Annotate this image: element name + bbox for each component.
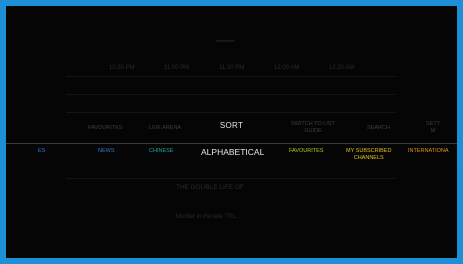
- sort-option-my-subscribed[interactable]: MY SUBSCRIBED CHANNELS: [346, 148, 391, 162]
- sort-option-my-subscribed-label: MY SUBSCRIBED CHANNELS: [346, 148, 392, 161]
- sort-option-alphabetical[interactable]: ALPHABETICAL: [201, 148, 264, 157]
- sort-option-international[interactable]: INTERNATIONA: [408, 148, 449, 155]
- program-title: THE DOUBLE LIFE OF: [176, 184, 244, 191]
- guide-time: 12:30 AM: [329, 65, 355, 71]
- guide-row-divider: [66, 112, 396, 113]
- sort-option-chinese[interactable]: CHINESE: [149, 148, 173, 155]
- program-description: Murder in the late '70s...: [176, 214, 241, 220]
- guide-header: ━━━━━: [216, 39, 235, 45]
- tv-screen: ━━━━━ 10:30 PM 11:00 PM 11:30 PM 12:00 A…: [6, 6, 457, 258]
- guide-row-divider: [66, 94, 396, 95]
- guide-row-divider: [66, 76, 396, 77]
- guide-row-divider: [66, 178, 396, 179]
- sort-option-news[interactable]: NEWS: [98, 148, 115, 155]
- guide-time: 11:30 PM: [219, 65, 245, 71]
- sort-title: SORT: [219, 121, 244, 130]
- sort-option-es[interactable]: ES: [38, 148, 45, 155]
- guide-time: 12:00 AM: [274, 65, 300, 71]
- guide-time: 10:30 PM: [109, 65, 135, 71]
- guide-time: 11:00 PM: [164, 65, 190, 71]
- sort-option-favourites[interactable]: FAVOURITES: [289, 148, 323, 155]
